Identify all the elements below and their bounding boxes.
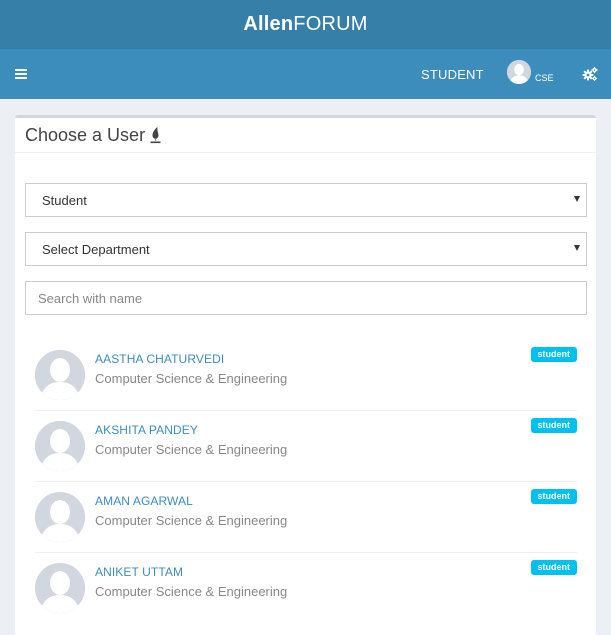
user-dept: Computer Science & Engineering xyxy=(95,442,288,457)
role-select-value: Student xyxy=(42,192,87,208)
status-badge: student xyxy=(530,489,577,504)
list-item[interactable]: AASTHA CHATURVEDI Computer Science & Eng… xyxy=(35,340,577,411)
user-name[interactable]: AASTHA CHATURVEDI xyxy=(95,352,224,366)
department-select[interactable]: Select Department xyxy=(25,232,587,266)
list-item[interactable]: AMAN AGARWAL Computer Science & Engineer… xyxy=(35,482,577,553)
nav-role-label[interactable]: STUDENT xyxy=(421,67,484,82)
app-title-bold: Allen xyxy=(243,13,294,35)
cogs-icon[interactable] xyxy=(582,66,598,82)
avatar xyxy=(35,421,85,471)
choose-user-card: Choose a User Student Select Department … xyxy=(15,115,596,635)
role-select[interactable]: Student xyxy=(25,183,587,217)
search-input[interactable] xyxy=(25,281,587,315)
list-item[interactable]: AKSHITA PANDEY Computer Science & Engine… xyxy=(35,411,577,482)
card-title: Choose a User xyxy=(25,124,146,145)
chevron-down-icon xyxy=(574,245,580,251)
avatar xyxy=(35,492,85,542)
avatar xyxy=(35,563,85,613)
navbar: STUDENT CSE xyxy=(0,49,611,99)
user-dept: Computer Science & Engineering xyxy=(95,513,288,528)
user-list: AASTHA CHATURVEDI Computer Science & Eng… xyxy=(35,340,577,624)
user-name[interactable]: ANIKET UTTAM xyxy=(95,565,183,579)
status-badge: student xyxy=(530,560,577,575)
app-title: Allen FORUM xyxy=(0,0,611,49)
app-title-rest: FORUM xyxy=(293,13,368,35)
status-badge: student xyxy=(530,347,577,362)
user-name[interactable]: AMAN AGARWAL xyxy=(95,494,193,508)
user-name[interactable]: AKSHITA PANDEY xyxy=(95,423,198,437)
user-dept: Computer Science & Engineering xyxy=(95,584,288,599)
list-item[interactable]: ANIKET UTTAM Computer Science & Engineer… xyxy=(35,553,577,624)
user-menu[interactable]: CSE xyxy=(507,60,557,88)
avatar xyxy=(35,350,85,400)
nav-dept-label: CSE xyxy=(535,73,554,83)
chevron-down-icon xyxy=(574,196,580,202)
pen-icon xyxy=(149,126,162,144)
department-select-value: Select Department xyxy=(42,241,150,257)
user-dept: Computer Science & Engineering xyxy=(95,371,288,386)
avatar xyxy=(507,60,531,84)
card-header: Choose a User xyxy=(15,118,596,153)
hamburger-icon[interactable] xyxy=(15,69,27,79)
status-badge: student xyxy=(530,418,577,433)
